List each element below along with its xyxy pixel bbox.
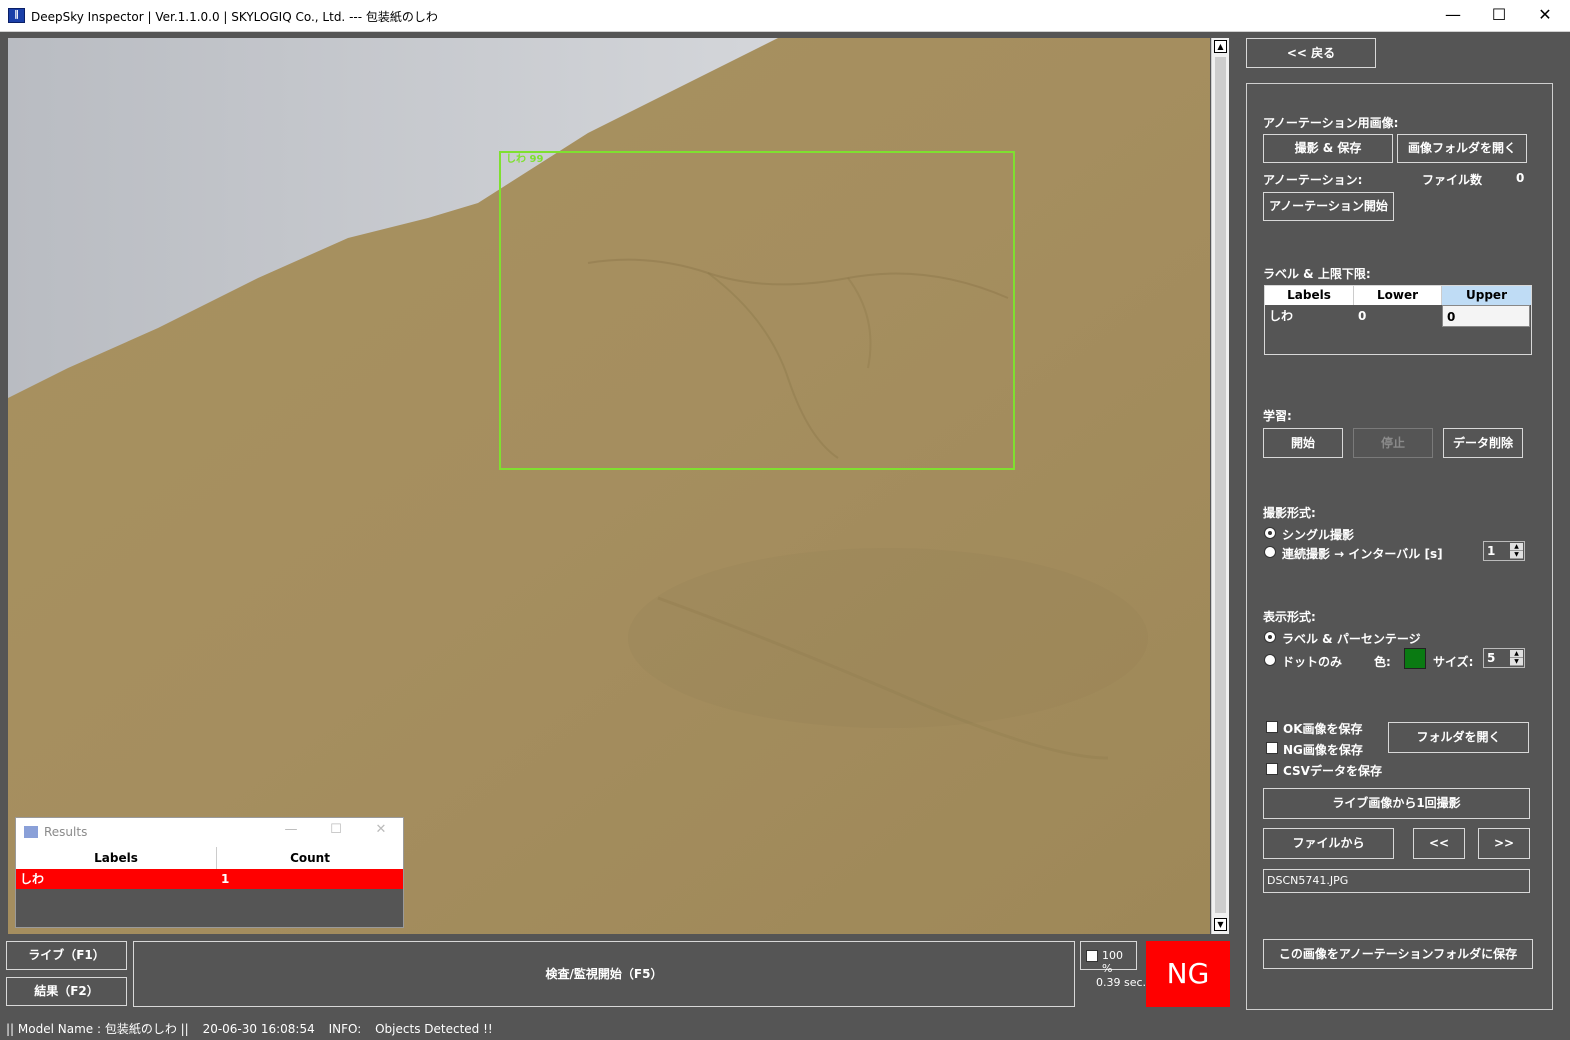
table-row[interactable]: しわ 0 0 <box>1265 305 1531 327</box>
annotation-image-label: アノーテーション用画像: <box>1263 116 1399 130</box>
open-image-folder-button[interactable]: 画像フォルダを開く <box>1397 134 1527 163</box>
results-window[interactable]: Results — ☐ ✕ Labels Count しわ 1 <box>15 817 404 928</box>
results-title: Results <box>44 825 88 839</box>
status-info-text: Objects Detected !! <box>375 1022 493 1036</box>
save-ng-checkbox[interactable] <box>1266 742 1278 754</box>
row-count: 1 <box>221 872 230 886</box>
status-bar: || Model Name : 包装紙のしわ || 20-06-30 16:08… <box>0 1018 1570 1040</box>
stepper-up-icon[interactable]: ▲ <box>1510 650 1523 658</box>
scroll-down-icon[interactable]: ▼ <box>1214 918 1227 931</box>
inspect-start-button[interactable]: 検査/監視開始（F5） <box>133 941 1075 1007</box>
save-to-annotation-folder-button[interactable]: この画像をアノーテーションフォルダに保存 <box>1263 939 1533 969</box>
live-button[interactable]: ライブ（F1） <box>6 941 127 970</box>
capture-from-live-button[interactable]: ライブ画像から1回撮影 <box>1263 788 1530 819</box>
capture-mode-label: 撮影形式: <box>1263 506 1316 520</box>
zoom-toggle[interactable]: 100 % <box>1080 941 1137 975</box>
size-stepper[interactable]: 5 ▲ ▼ <box>1483 648 1525 668</box>
close-icon[interactable]: ✕ <box>366 822 396 837</box>
annotation-label: アノーテーション: <box>1263 173 1363 187</box>
start-annotation-button[interactable]: アノーテーション開始 <box>1263 192 1394 221</box>
zoom-checkbox[interactable] <box>1086 950 1098 962</box>
limits-label: ラベル & 上限下限: <box>1263 267 1371 281</box>
status-info-label: INFO: <box>328 1022 362 1036</box>
app-logo-icon: ∥ <box>8 8 25 23</box>
results-title-bar[interactable]: Results — ☐ ✕ <box>16 818 403 847</box>
status-model: || Model Name : 包装紙のしわ || <box>6 1022 189 1036</box>
continuous-capture-label: 連続撮影 → インターバル [s] <box>1282 547 1443 561</box>
color-label: 色: <box>1374 655 1391 669</box>
label-percentage-label: ラベル & パーセンテージ <box>1282 632 1421 646</box>
stepper-down-icon[interactable]: ▼ <box>1510 658 1523 666</box>
back-button[interactable]: << 戻る <box>1246 38 1376 68</box>
window-title: DeepSky Inspector | Ver.1.1.0.0 | SKYLOG… <box>31 10 438 24</box>
train-stop-button: 停止 <box>1353 428 1433 458</box>
capture-save-button[interactable]: 撮影 & 保存 <box>1263 134 1393 163</box>
scroll-up-icon[interactable]: ▲ <box>1214 40 1227 53</box>
size-value[interactable]: 5 <box>1487 651 1495 665</box>
image-viewer[interactable]: しわ 99 <box>8 38 1210 934</box>
result-button[interactable]: 結果（F2） <box>6 977 127 1006</box>
dots-only-radio[interactable] <box>1264 654 1276 666</box>
save-ng-label: NG画像を保存 <box>1283 743 1363 757</box>
prev-image-button[interactable]: << <box>1413 828 1465 859</box>
detection-label: しわ 99 <box>506 153 543 165</box>
upper-limit-cell[interactable]: 0 <box>1442 305 1530 327</box>
table-row[interactable]: しわ 1 <box>16 869 403 889</box>
limit-label-cell: しわ <box>1269 309 1294 323</box>
zoom-label: 100 % <box>1102 949 1123 975</box>
delete-data-button[interactable]: データ削除 <box>1443 428 1523 458</box>
continuous-capture-radio[interactable] <box>1264 546 1276 558</box>
file-count-value: 0 <box>1516 171 1525 185</box>
column-header-lower: Lower <box>1354 286 1442 305</box>
dots-only-label: ドットのみ <box>1282 655 1343 669</box>
elapsed-time: 0.39 sec. <box>1096 976 1147 989</box>
lower-limit-cell[interactable]: 0 <box>1354 305 1442 327</box>
single-capture-label: シングル撮影 <box>1282 528 1355 542</box>
save-ok-checkbox[interactable] <box>1266 721 1278 733</box>
dot-color-swatch[interactable] <box>1404 648 1426 669</box>
display-mode-label: 表示形式: <box>1263 610 1316 624</box>
training-label: 学習: <box>1263 409 1292 423</box>
save-csv-label: CSVデータを保存 <box>1283 764 1382 778</box>
results-table-header: Labels Count <box>16 847 403 869</box>
row-label: しわ <box>20 872 45 886</box>
stepper-down-icon[interactable]: ▼ <box>1510 551 1523 559</box>
viewer-scrollbar[interactable]: ▲ ▼ <box>1211 38 1229 934</box>
save-ok-label: OK画像を保存 <box>1283 722 1363 736</box>
close-button[interactable]: ✕ <box>1522 0 1568 32</box>
title-bar: ∥ DeepSky Inspector | Ver.1.1.0.0 | SKYL… <box>0 0 1570 32</box>
single-capture-radio[interactable] <box>1264 527 1276 539</box>
scroll-thumb[interactable] <box>1215 57 1226 913</box>
file-count-label: ファイル数 <box>1422 173 1483 187</box>
open-folder-button[interactable]: フォルダを開く <box>1388 722 1529 753</box>
maximize-icon[interactable]: ☐ <box>321 822 351 837</box>
column-header-upper: Upper <box>1442 286 1531 305</box>
save-csv-checkbox[interactable] <box>1266 763 1278 775</box>
from-file-button[interactable]: ファイルから <box>1263 828 1394 859</box>
limits-table[interactable]: Labels Lower Upper しわ 0 0 <box>1264 285 1532 355</box>
column-header-count: Count <box>290 851 330 865</box>
train-start-button[interactable]: 開始 <box>1263 428 1343 458</box>
stepper-up-icon[interactable]: ▲ <box>1510 543 1523 551</box>
column-header-labels: Labels <box>16 847 217 869</box>
column-header-labels: Labels <box>1265 286 1354 305</box>
app-logo-icon <box>24 826 38 838</box>
verdict-badge: NG <box>1146 941 1230 1007</box>
status-timestamp: 20-06-30 16:08:54 <box>202 1022 315 1036</box>
size-label: サイズ: <box>1433 655 1474 669</box>
limits-table-header: Labels Lower Upper <box>1265 286 1531 305</box>
filename-field[interactable]: DSCN5741.JPG <box>1263 869 1530 893</box>
interval-value[interactable]: 1 <box>1487 544 1495 558</box>
minimize-icon[interactable]: — <box>276 822 306 837</box>
interval-stepper[interactable]: 1 ▲ ▼ <box>1483 541 1525 561</box>
maximize-button[interactable]: ☐ <box>1476 0 1522 32</box>
inspection-image: しわ 99 <box>8 38 1210 934</box>
next-image-button[interactable]: >> <box>1478 828 1530 859</box>
minimize-button-glyph[interactable]: — <box>1430 0 1476 32</box>
label-percentage-radio[interactable] <box>1264 631 1276 643</box>
